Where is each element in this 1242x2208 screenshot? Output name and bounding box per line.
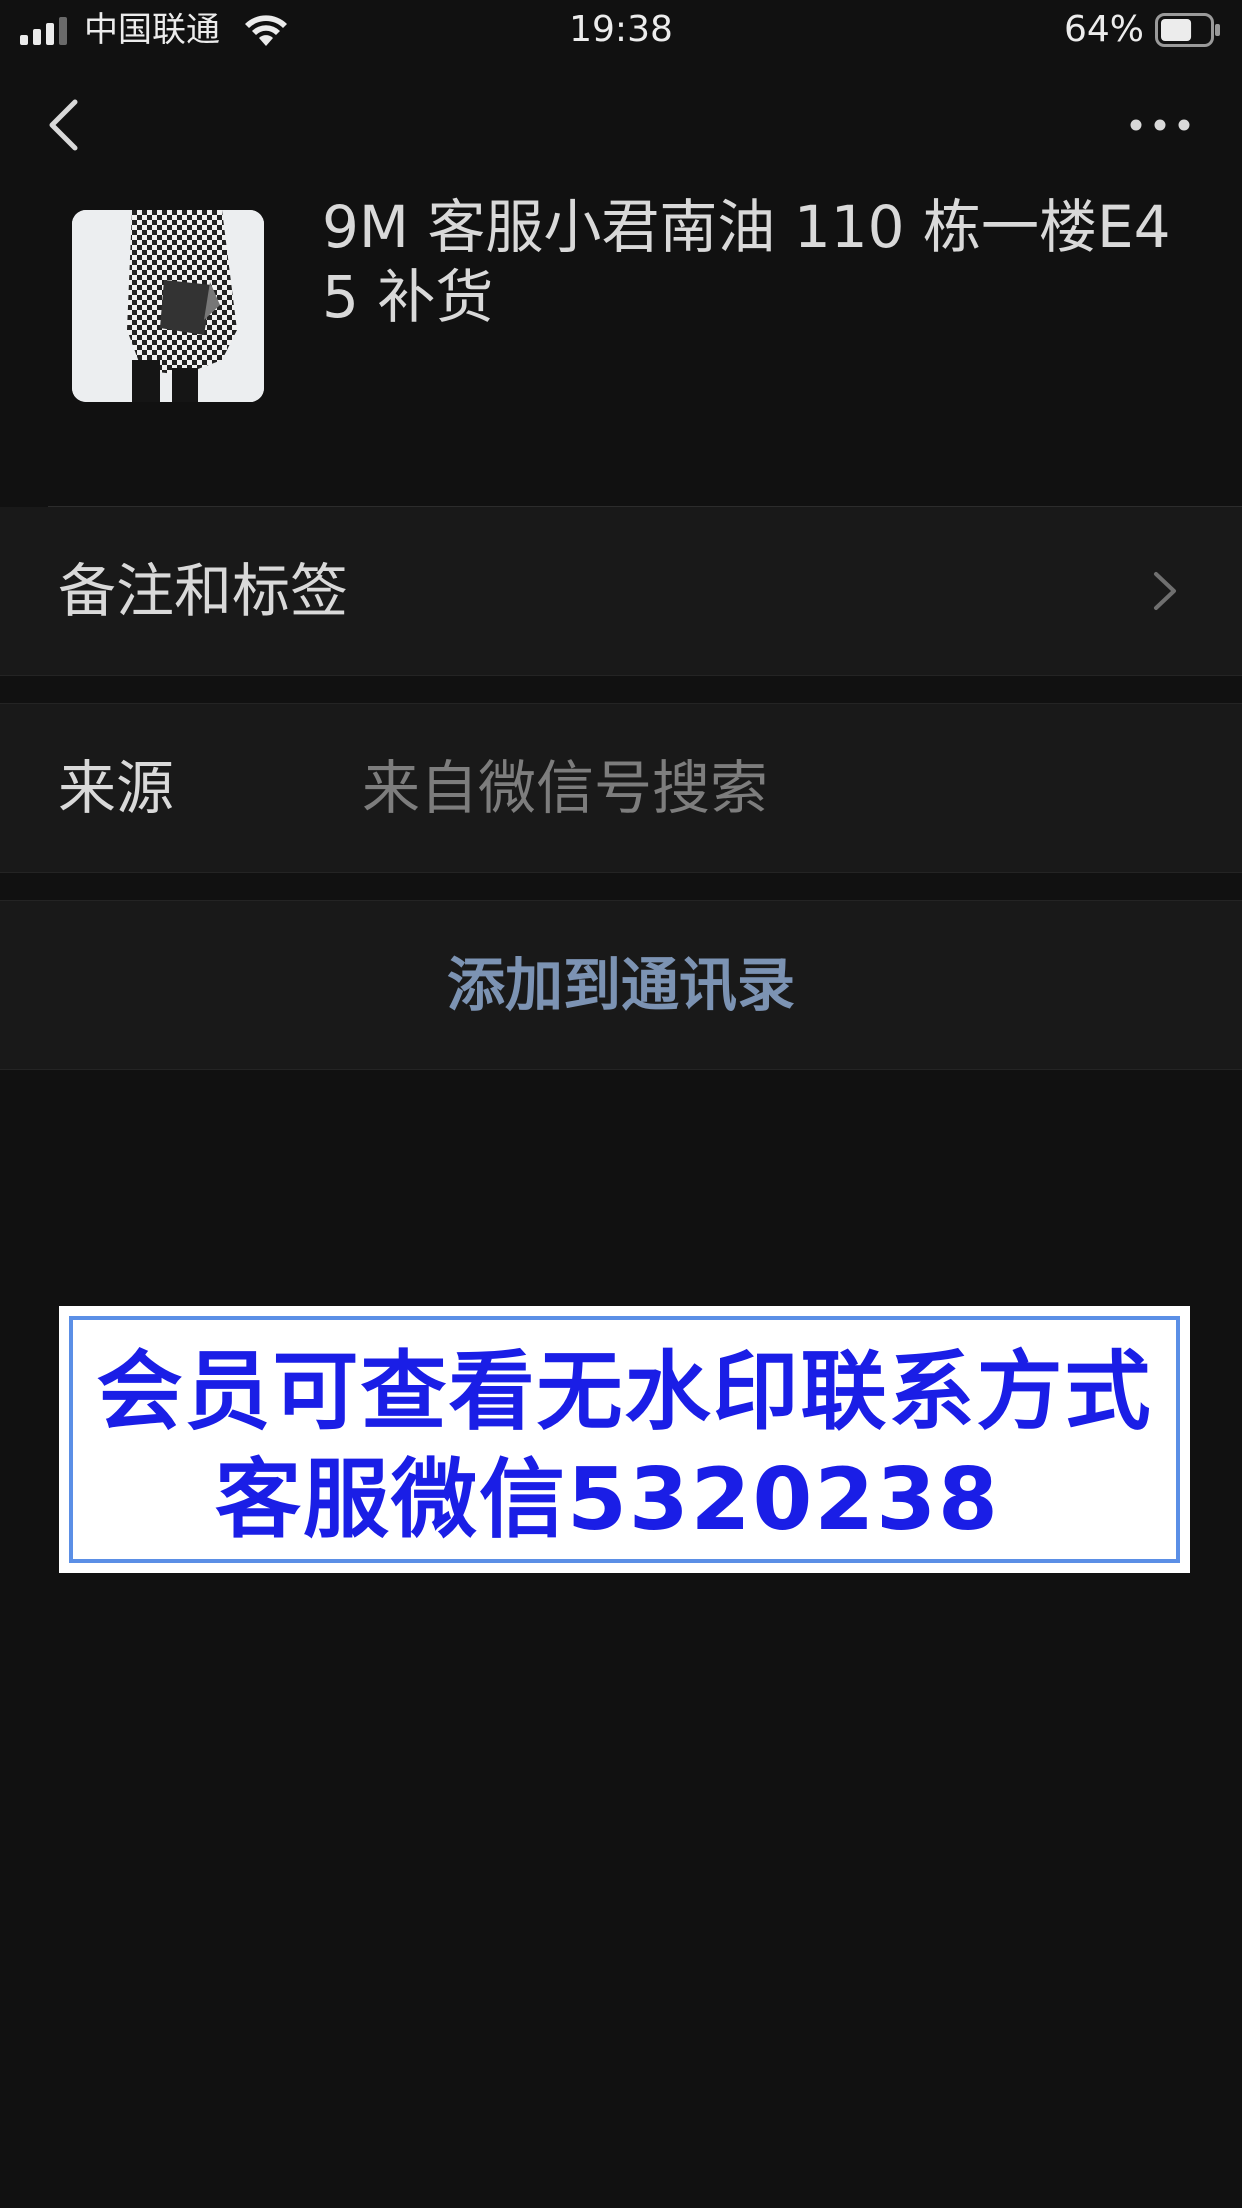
chevron-right-icon [1154, 572, 1176, 610]
remark-and-tags-label: 备注和标签 [58, 557, 349, 625]
add-to-contacts-button[interactable]: 添加到通讯录 [0, 901, 1242, 1069]
banner-frame: 会员可查看无水印联系方式 客服微信5320238 [69, 1316, 1180, 1563]
profile-header: 9M 客服小君南油 110 栋一楼E45 补货 [0, 180, 1242, 506]
chevron-left-icon[interactable] [30, 90, 100, 160]
banner-text-line1: 会员可查看无水印联系方式 [96, 1342, 1153, 1442]
battery-icon [1155, 13, 1220, 47]
signal-icon [20, 17, 67, 45]
battery-percent: 64% [1063, 9, 1144, 50]
avatar[interactable] [72, 210, 264, 402]
status-time: 19:38 [569, 9, 673, 50]
source-value: 来自微信号搜索 [362, 754, 769, 822]
profile-name: 9M 客服小君南油 110 栋一楼E45 补货 [322, 193, 1171, 331]
banner-text-line2: 客服微信5320238 [215, 1450, 1000, 1550]
source-label: 来源 [58, 754, 175, 822]
more-dots-icon[interactable] [1120, 100, 1200, 150]
add-to-contacts-row[interactable]: 添加到通讯录 [0, 901, 1242, 1069]
navigation-bar [0, 72, 1242, 180]
divider [0, 1069, 1242, 1070]
watermark-banner: 会员可查看无水印联系方式 客服微信5320238 [59, 1306, 1190, 1573]
status-bar: 中国联通 19:38 64% [0, 0, 1242, 62]
divider [0, 675, 1242, 676]
avatar-image [72, 210, 264, 402]
divider [0, 872, 1242, 873]
wifi-icon [245, 15, 287, 46]
remark-and-tags-row[interactable]: 备注和标签 [0, 507, 1242, 675]
contact-profile-screen: 中国联通 19:38 64% 9M 客服小君南油 110 栋一楼E45 补货 备… [0, 0, 1242, 2208]
carrier-name: 中国联通 [84, 10, 220, 50]
source-row: 来源 来自微信号搜索 [0, 704, 1242, 872]
